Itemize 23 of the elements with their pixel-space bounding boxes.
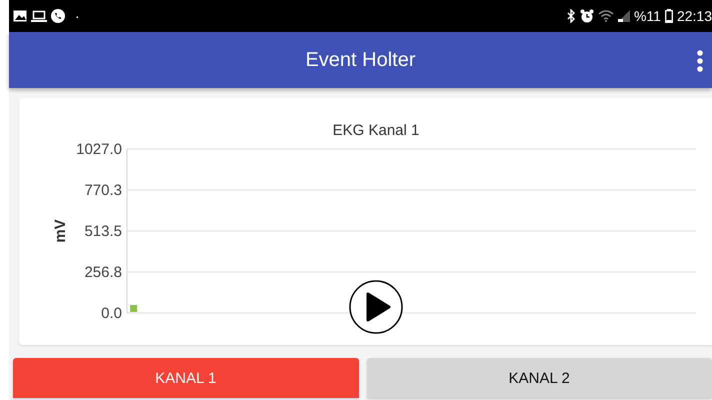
chart-title: EKG Kanal 1 [332, 122, 420, 139]
channel-tab[interactable]: KANAL 2 [366, 358, 712, 398]
y-tick-label: 0.0 [101, 305, 122, 322]
image-icon [13, 10, 27, 22]
more-options-icon[interactable] [696, 49, 704, 73]
laptop-icon [31, 10, 47, 22]
wifi-icon [598, 10, 614, 22]
y-tick-label: 513.5 [84, 223, 122, 240]
phone-icon [51, 9, 65, 23]
channel-tab[interactable]: KANAL 1 [13, 358, 358, 398]
y-tick-label: 1027.0 [76, 141, 122, 158]
battery-icon [664, 9, 673, 23]
clock-time: 22:13 [676, 8, 712, 24]
bluetooth-icon [566, 9, 576, 23]
y-tick-label: 256.8 [84, 264, 122, 281]
battery-percentage: %11 [634, 8, 661, 24]
notification-dot: · [74, 8, 80, 24]
app-title: Event Holter [305, 48, 416, 72]
y-axis-label: mV [52, 219, 69, 243]
play-icon[interactable] [349, 280, 403, 334]
signal-icon [618, 10, 630, 22]
alarm-icon [580, 9, 594, 23]
y-tick-label: 770.3 [84, 182, 122, 199]
